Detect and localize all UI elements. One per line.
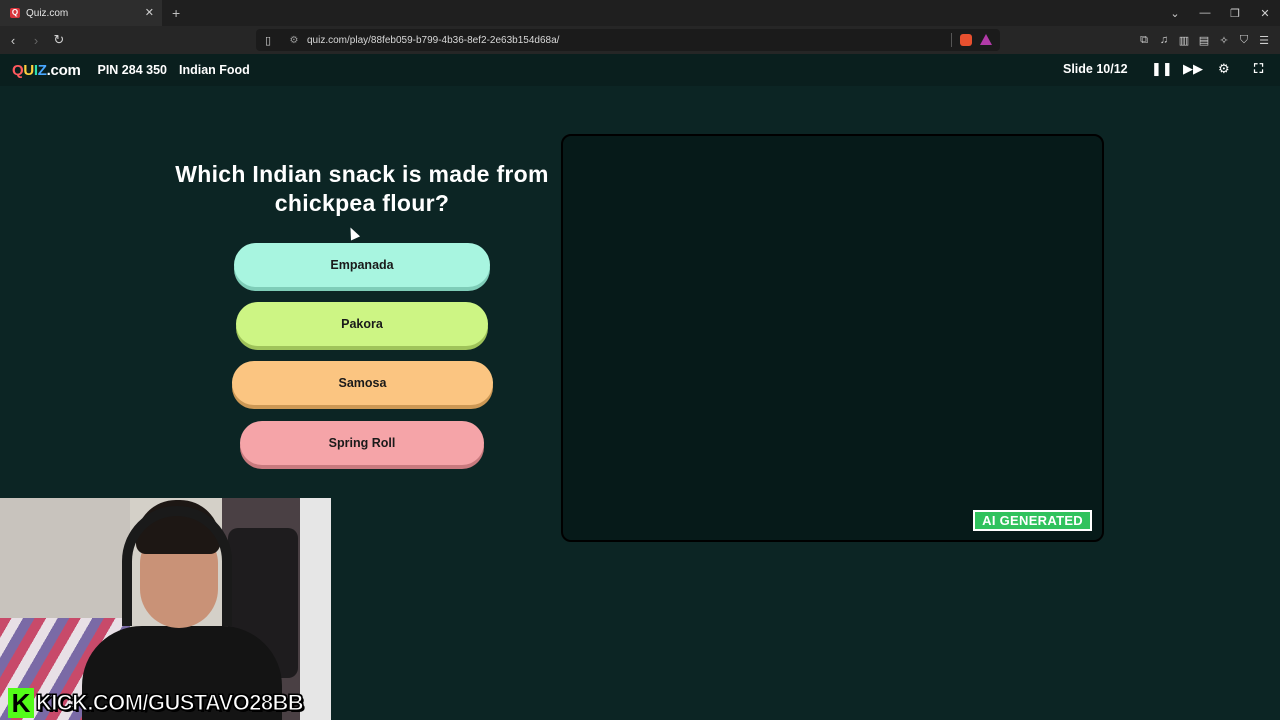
forward-arrow-icon[interactable]: › xyxy=(26,33,46,48)
answer-button-pakora[interactable]: Pakora xyxy=(236,302,488,346)
browser-nav-bar: ‹ › ↻ ▯ ⚙ quiz.com/play/88feb059-b799-4b… xyxy=(0,26,1280,54)
url-text[interactable]: quiz.com/play/88feb059-b799-4b36-8ef2-2e… xyxy=(307,35,559,46)
quiz-logo[interactable]: QUIZ.com xyxy=(12,62,81,79)
slide-counter: Slide 10/12 xyxy=(1063,62,1128,76)
fast-forward-icon[interactable]: ▶▶ xyxy=(1183,61,1203,77)
tab-search-icon[interactable]: ⌄ xyxy=(1160,7,1190,20)
address-divider xyxy=(951,33,952,47)
kick-channel-banner: K KICK.COM/GUSTAVO28BB xyxy=(0,686,331,720)
site-info-icon[interactable]: ⚙ xyxy=(287,35,301,46)
wallet-icon[interactable]: ▤ xyxy=(1194,34,1214,47)
quiz-header: QUIZ.com PIN 284 350 Indian Food Slide 1… xyxy=(0,54,1280,86)
quiz-favicon-icon: Q xyxy=(10,8,20,18)
bookmark-icon[interactable]: ▯ xyxy=(259,34,277,47)
answer-button-empanada[interactable]: Empanada xyxy=(234,243,490,287)
kick-channel-url: KICK.COM/GUSTAVO28BB xyxy=(35,690,304,716)
fullscreen-icon[interactable]: ⛶ xyxy=(1254,61,1263,77)
media-icon[interactable]: ♫ xyxy=(1154,34,1174,46)
brave-rewards-icon[interactable] xyxy=(980,34,992,45)
toolbar-icons: ⧉ ♫ ▥ ▤ ✧ ⛉ ☰ xyxy=(1134,26,1274,54)
new-tab-button[interactable]: + xyxy=(172,5,180,21)
headphones-icon xyxy=(122,506,232,626)
gear-icon[interactable]: ⚙ xyxy=(1218,61,1230,77)
address-bar[interactable]: ▯ ⚙ quiz.com/play/88feb059-b799-4b36-8ef… xyxy=(256,29,1000,51)
tab-title: Quiz.com xyxy=(26,7,69,19)
extensions-icon[interactable]: ⧉ xyxy=(1134,34,1154,47)
kick-logo-icon: K xyxy=(8,688,34,718)
game-pin: PIN 284 350 xyxy=(97,63,167,77)
quiz-title: Indian Food xyxy=(178,63,250,77)
answer-button-samosa[interactable]: Samosa xyxy=(232,361,493,405)
mouse-cursor xyxy=(345,225,361,241)
pause-icon[interactable]: ❚❚ xyxy=(1151,61,1173,77)
browser-tab-bar: Q Quiz.com ✕ + ⌄ — ❐ ✕ xyxy=(0,0,1280,26)
back-arrow-icon[interactable]: ‹ xyxy=(3,33,23,48)
tab-close-icon[interactable]: ✕ xyxy=(145,6,154,19)
ai-generated-badge: AI GENERATED xyxy=(973,510,1092,531)
menu-icon[interactable]: ☰ xyxy=(1254,34,1274,47)
vpn-shield-icon[interactable]: ⛉ xyxy=(1234,34,1254,47)
answer-button-spring-roll[interactable]: Spring Roll xyxy=(240,421,484,465)
question-text: Which Indian snack is made from chickpea… xyxy=(175,161,549,216)
minimize-icon[interactable]: — xyxy=(1190,7,1220,19)
question-image-panel: AI GENERATED xyxy=(561,134,1104,542)
close-window-icon[interactable]: ✕ xyxy=(1250,7,1280,20)
sidebar-icon[interactable]: ▥ xyxy=(1174,34,1194,47)
leo-ai-icon[interactable]: ✧ xyxy=(1214,34,1234,47)
reload-icon[interactable]: ↻ xyxy=(49,32,69,48)
browser-tab[interactable]: Q Quiz.com ✕ xyxy=(0,0,162,26)
restore-icon[interactable]: ❐ xyxy=(1220,7,1250,20)
brave-shield-icon[interactable] xyxy=(960,34,972,46)
webcam-overlay: K KICK.COM/GUSTAVO28BB xyxy=(0,498,331,720)
window-controls: ⌄ — ❐ ✕ xyxy=(1160,0,1280,26)
